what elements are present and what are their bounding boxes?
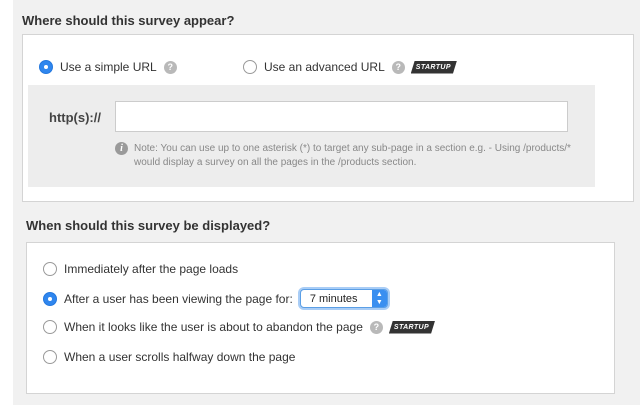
when-section-title: When should this survey be displayed? [26,218,271,233]
simple-url-label: Use a simple URL [60,60,157,74]
question-circle-icon[interactable]: ? [369,320,383,334]
startup-plan-badge: STARTUP [389,321,435,334]
url-input[interactable] [115,101,568,132]
timing-radio-abandon[interactable] [43,320,57,334]
info-circle-icon: i [115,142,128,155]
timing-label-scroll: When a user scrolls halfway down the pag… [64,350,296,364]
timing-option-abandon[interactable]: When it looks like the user is about to … [43,320,435,334]
up-down-chevron-icon[interactable]: ▲ ▼ [371,290,387,307]
question-circle-icon[interactable]: ? [391,60,405,74]
timing-label-abandon: When it looks like the user is about to … [64,320,363,334]
when-section: When should this survey be displayed? Im… [13,210,640,405]
timing-label-immediately: Immediately after the page loads [64,262,239,276]
url-prefix-label: http(s):// [49,110,101,125]
advanced-url-option[interactable]: Use an advanced URL ? STARTUP [243,60,457,74]
timing-option-scroll[interactable]: When a user scrolls halfway down the pag… [43,350,295,364]
advanced-url-radio[interactable] [243,60,257,74]
simple-url-option[interactable]: Use a simple URL ? [39,60,177,74]
viewing-duration-value: 7 minutes [309,292,358,305]
timing-radio-immediately[interactable] [43,262,57,276]
advanced-url-label: Use an advanced URL [264,60,385,74]
timing-label-after-viewing: After a user has been viewing the page f… [64,291,293,306]
simple-url-radio[interactable] [39,60,53,74]
timing-option-immediately[interactable]: Immediately after the page loads [43,262,238,276]
url-note-text: Note: You can use up to one asterisk (*)… [134,143,571,168]
viewing-duration-select[interactable]: 7 minutes ▲ ▼ [299,289,388,308]
timing-option-after-viewing[interactable]: After a user has been viewing the page f… [43,289,388,308]
question-circle-icon[interactable]: ? [163,60,177,74]
startup-plan-badge: STARTUP [411,61,457,74]
timing-radio-after-viewing[interactable] [43,291,57,306]
where-section-title: Where should this survey appear? [22,13,235,28]
timing-radio-scroll[interactable] [43,350,57,364]
when-panel: Immediately after the page loads After a… [26,242,615,394]
url-box: http(s):// i Note: You can use up to one… [28,85,595,187]
